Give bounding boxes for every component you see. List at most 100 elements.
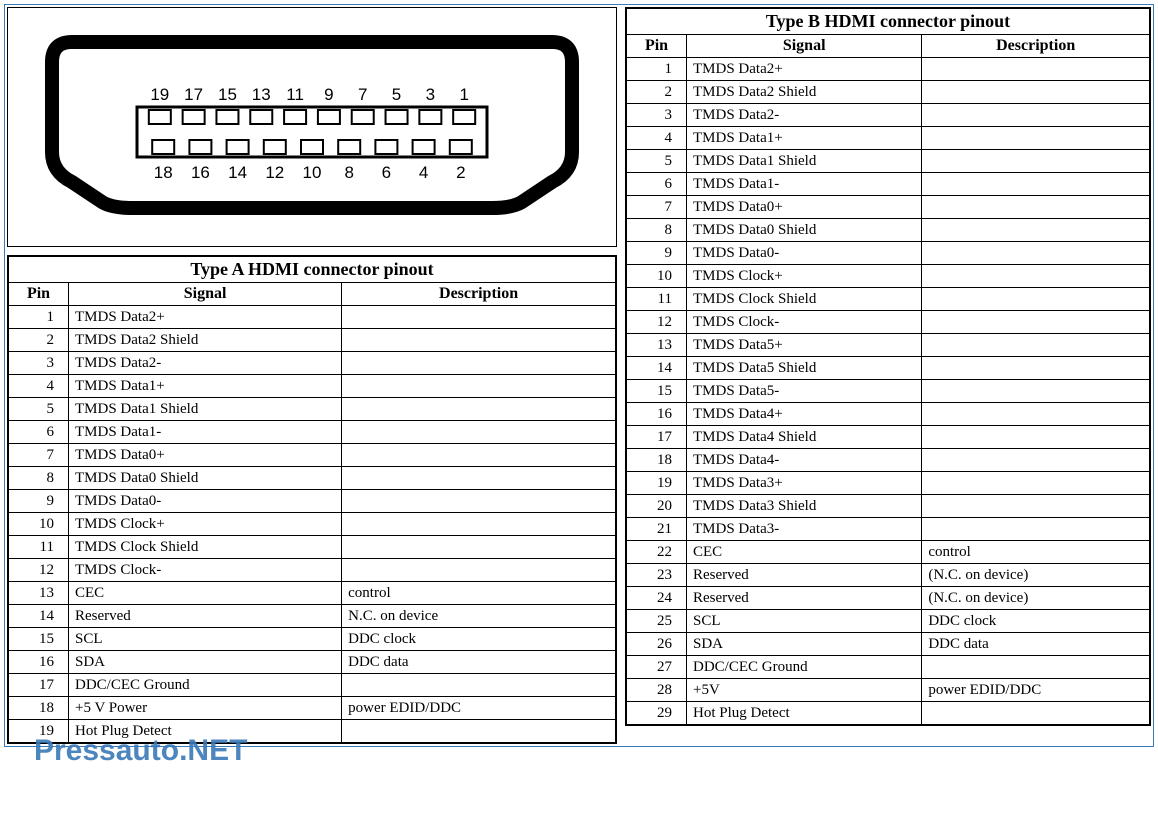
table-row: 18TMDS Data4- [627,449,1150,472]
table-a-head-signal: Signal [69,283,342,306]
pin-cell: 2 [9,329,69,352]
pin-cell: 4 [627,127,687,150]
description-cell [342,674,616,697]
signal-cell: TMDS Data1- [687,173,922,196]
pin-cell: 12 [627,311,687,334]
table-a-title: Type A HDMI connector pinout [9,257,616,283]
signal-cell: TMDS Clock- [69,559,342,582]
svg-text:6: 6 [382,163,391,182]
signal-cell: TMDS Data5+ [687,334,922,357]
table-row: 2TMDS Data2 Shield [627,81,1150,104]
signal-cell: TMDS Data3+ [687,472,922,495]
description-cell: DDC data [922,633,1150,656]
description-cell [922,242,1150,265]
description-cell [342,444,616,467]
table-row: 27DDC/CEC Ground [627,656,1150,679]
table-row: 13TMDS Data5+ [627,334,1150,357]
pin-cell: 4 [9,375,69,398]
table-row: 19Hot Plug Detect [9,720,616,743]
signal-cell: TMDS Data2- [69,352,342,375]
description-cell [342,513,616,536]
signal-cell: TMDS Data0- [687,242,922,265]
description-cell [342,536,616,559]
description-cell [922,334,1150,357]
table-b-head-pin: Pin [627,35,687,58]
description-cell [922,219,1150,242]
table-row: 1TMDS Data2+ [627,58,1150,81]
svg-text:18: 18 [154,163,173,182]
svg-text:15: 15 [218,85,237,104]
type-b-pinout-table: Type B HDMI connector pinout Pin Signal … [626,8,1150,725]
table-row: 26SDADDC data [627,633,1150,656]
pin-cell: 18 [627,449,687,472]
table-row: 25SCLDDC clock [627,610,1150,633]
description-cell [922,81,1150,104]
svg-text:1: 1 [459,85,468,104]
signal-cell: DDC/CEC Ground [69,674,342,697]
pin-cell: 16 [9,651,69,674]
description-cell [922,311,1150,334]
pin-cell: 7 [9,444,69,467]
description-cell [922,150,1150,173]
pin-cell: 3 [9,352,69,375]
table-row: 10TMDS Clock+ [9,513,616,536]
hdmi-connector-diagram: 19171513119753118161412108642 [7,7,617,247]
signal-cell: TMDS Data1 Shield [69,398,342,421]
hdmi-connector-icon: 19171513119753118161412108642 [32,22,592,232]
description-cell [922,518,1150,541]
description-cell [922,426,1150,449]
pin-cell: 27 [627,656,687,679]
table-row: 15TMDS Data5- [627,380,1150,403]
signal-cell: TMDS Data0 Shield [687,219,922,242]
table-row: 18+5 V Powerpower EDID/DDC [9,697,616,720]
pin-cell: 10 [627,265,687,288]
signal-cell: TMDS Data5 Shield [687,357,922,380]
table-row: 4TMDS Data1+ [9,375,616,398]
description-cell [922,495,1150,518]
description-cell [342,559,616,582]
signal-cell: TMDS Data3 Shield [687,495,922,518]
signal-cell: SDA [687,633,922,656]
pin-cell: 6 [9,421,69,444]
table-row: 20TMDS Data3 Shield [627,495,1150,518]
pin-cell: 5 [627,150,687,173]
table-row: 5TMDS Data1 Shield [9,398,616,421]
table-row: 14ReservedN.C. on device [9,605,616,628]
table-row: 7TMDS Data0+ [627,196,1150,219]
svg-text:12: 12 [265,163,284,182]
svg-text:11: 11 [286,85,304,104]
signal-cell: SCL [69,628,342,651]
signal-cell: TMDS Clock Shield [69,536,342,559]
description-cell: DDC data [342,651,616,674]
pin-cell: 5 [9,398,69,421]
signal-cell: TMDS Data5- [687,380,922,403]
signal-cell: TMDS Data0 Shield [69,467,342,490]
svg-text:5: 5 [392,85,401,104]
signal-cell: SCL [687,610,922,633]
pin-cell: 13 [9,582,69,605]
description-cell [342,375,616,398]
table-row: 6TMDS Data1- [627,173,1150,196]
table-row: 14TMDS Data5 Shield [627,357,1150,380]
svg-text:2: 2 [456,163,465,182]
description-cell [922,472,1150,495]
pin-cell: 9 [9,490,69,513]
signal-cell: CEC [69,582,342,605]
signal-cell: TMDS Clock+ [69,513,342,536]
table-a-head-pin: Pin [9,283,69,306]
signal-cell: TMDS Data4- [687,449,922,472]
signal-cell: TMDS Data1- [69,421,342,444]
pin-cell: 22 [627,541,687,564]
table-row: 5TMDS Data1 Shield [627,150,1150,173]
description-cell [342,329,616,352]
svg-text:4: 4 [419,163,428,182]
table-b-title: Type B HDMI connector pinout [627,9,1150,35]
pin-cell: 21 [627,518,687,541]
svg-text:19: 19 [150,85,169,104]
pin-cell: 19 [9,720,69,743]
left-column: 19171513119753118161412108642 Type A HDM… [7,7,617,744]
table-row: 29Hot Plug Detect [627,702,1150,725]
table-row: 9TMDS Data0- [627,242,1150,265]
table-a-head-desc: Description [342,283,616,306]
table-row: 13CECcontrol [9,582,616,605]
